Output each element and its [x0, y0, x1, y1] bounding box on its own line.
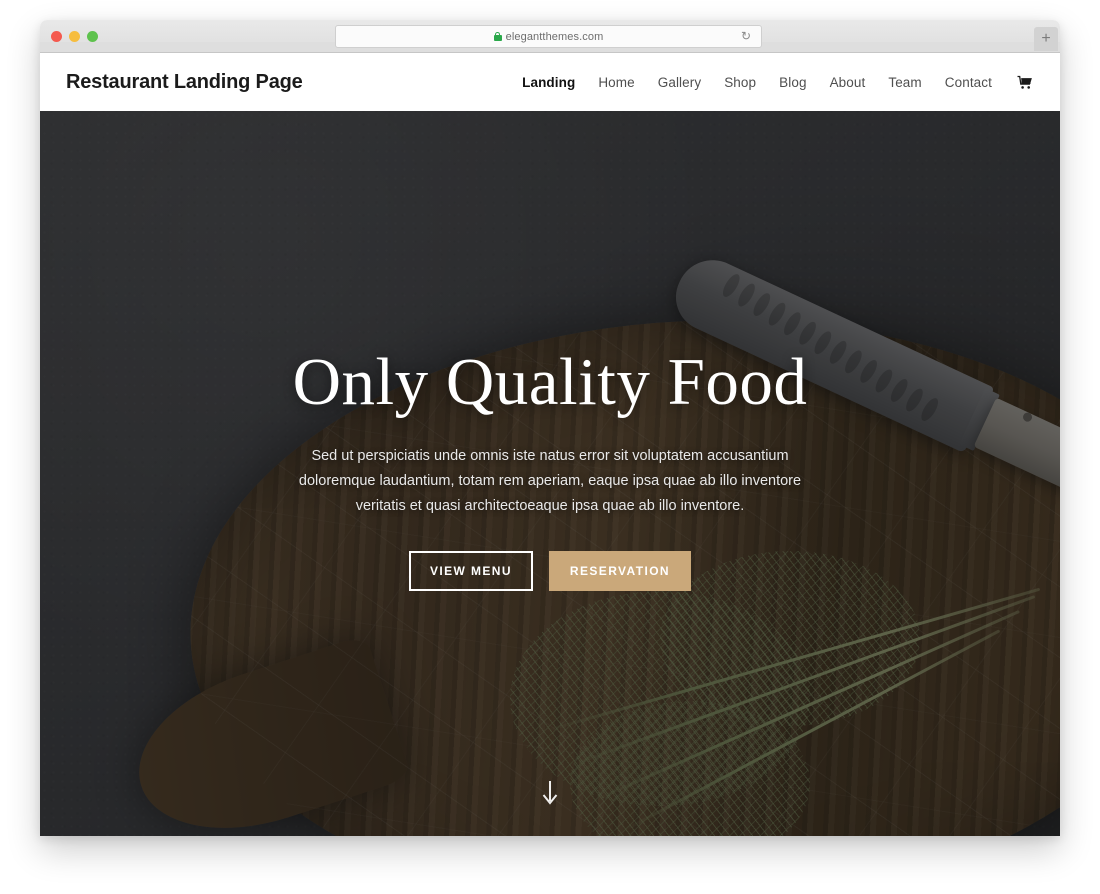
nav-item-shop[interactable]: Shop: [724, 75, 756, 90]
site-logo[interactable]: Restaurant Landing Page: [66, 71, 303, 94]
minimize-window-button[interactable]: [69, 31, 80, 42]
nav-item-blog[interactable]: Blog: [779, 75, 806, 90]
reload-icon[interactable]: ↻: [741, 30, 753, 42]
nav-item-gallery[interactable]: Gallery: [658, 75, 701, 90]
view-menu-button[interactable]: VIEW MENU: [408, 551, 533, 592]
address-bar-content: elegantthemes.com: [493, 30, 604, 43]
reservation-button[interactable]: RESERVATION: [548, 551, 692, 592]
close-window-button[interactable]: [51, 31, 62, 42]
nav-item-landing[interactable]: Landing: [522, 75, 575, 90]
nav-item-home[interactable]: Home: [598, 75, 634, 90]
lock-icon: [493, 32, 502, 41]
site-header: Restaurant Landing Page Landing Home Gal…: [40, 53, 1060, 111]
nav-item-about[interactable]: About: [830, 75, 866, 90]
hero-section: Only Quality Food Sed ut perspiciatis un…: [40, 111, 1060, 836]
browser-chrome-bar: elegantthemes.com ↻ +: [40, 20, 1060, 53]
maximize-window-button[interactable]: [87, 31, 98, 42]
url-text: elegantthemes.com: [505, 30, 604, 43]
nav-item-contact[interactable]: Contact: [945, 75, 992, 90]
arrow-down-icon[interactable]: [541, 780, 559, 813]
hero-content: Only Quality Food Sed ut perspiciatis un…: [40, 111, 1060, 836]
nav-item-team[interactable]: Team: [888, 75, 921, 90]
main-navigation: Landing Home Gallery Shop Blog About Tea…: [522, 75, 1034, 90]
hero-cta-group: VIEW MENU RESERVATION: [408, 551, 692, 592]
hero-paragraph: Sed ut perspiciatis unde omnis iste natu…: [298, 448, 802, 515]
shopping-cart-icon[interactable]: [1017, 75, 1034, 90]
hero-title: Only Quality Food: [292, 345, 808, 419]
address-bar[interactable]: elegantthemes.com ↻: [335, 25, 762, 48]
new-tab-button[interactable]: +: [1034, 27, 1058, 51]
window-controls: [51, 31, 98, 42]
browser-window: elegantthemes.com ↻ + Restaurant Landing…: [40, 20, 1060, 836]
